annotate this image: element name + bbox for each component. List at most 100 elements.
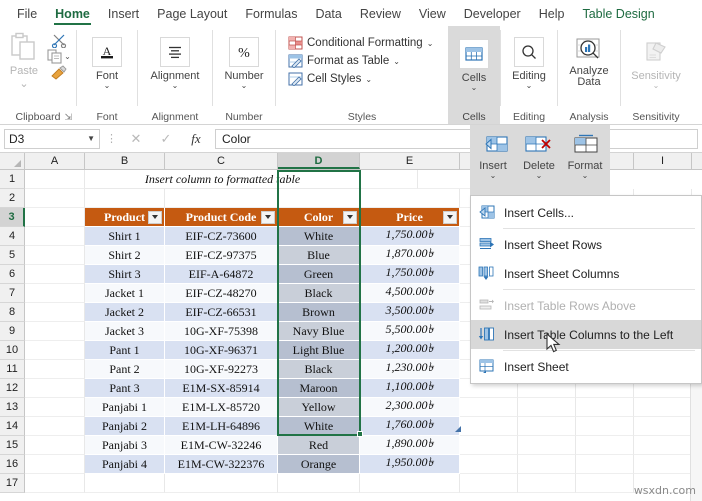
cell-I15[interactable]	[634, 436, 692, 455]
table-header-product[interactable]: Product	[85, 208, 165, 227]
cell-A16[interactable]	[25, 455, 85, 474]
row-header-11[interactable]: 11	[0, 360, 25, 379]
cell-E17[interactable]	[360, 474, 460, 493]
cell-product-12[interactable]: Pant 3	[85, 379, 165, 398]
cell-product-11[interactable]: Pant 2	[85, 360, 165, 379]
cell-product-code-10[interactable]: 10G-XF-96371	[165, 341, 278, 360]
insert-chevron-icon[interactable]: ⌄	[490, 172, 497, 180]
cell-color-15[interactable]: Red	[278, 436, 360, 455]
cell-A11[interactable]	[25, 360, 85, 379]
cell-I16[interactable]	[634, 455, 692, 474]
column-header-A[interactable]: A	[25, 153, 85, 169]
ribbon-tab-table-design[interactable]: Table Design	[573, 4, 663, 26]
row-header-8[interactable]: 8	[0, 303, 25, 322]
row-header-16[interactable]: 16	[0, 455, 25, 474]
cell-A15[interactable]	[25, 436, 85, 455]
insert-cells-button[interactable]: Insert ⌄	[470, 128, 516, 180]
clipboard-dialog-launcher-icon[interactable]: ⇲	[64, 112, 72, 123]
cell-D17[interactable]	[278, 474, 360, 493]
cell-G17[interactable]	[518, 474, 576, 493]
menu-item-insert-sheet[interactable]: Insert Sheet	[471, 352, 701, 381]
font-chevron-icon[interactable]: ⌄	[104, 82, 111, 90]
format-painter-icon[interactable]	[50, 65, 68, 80]
row-header-12[interactable]: 12	[0, 379, 25, 398]
cell-price-9[interactable]: 5,500.00৳	[360, 322, 460, 341]
cell-A10[interactable]	[25, 341, 85, 360]
editing-button[interactable]: Editing ⌄	[503, 32, 555, 90]
insert-function-icon[interactable]: fx	[183, 129, 209, 149]
row-header-15[interactable]: 15	[0, 436, 25, 455]
cell-product-code-11[interactable]: 10G-XF-92273	[165, 360, 278, 379]
menu-item-insert-table-rows-above[interactable]: Insert Table Rows Above	[471, 291, 701, 320]
cell-G16[interactable]	[518, 455, 576, 474]
ribbon-tab-page-layout[interactable]: Page Layout	[148, 4, 236, 26]
editing-chevron-icon[interactable]: ⌄	[526, 82, 533, 90]
row-header-14[interactable]: 14	[0, 417, 25, 436]
row-header-5[interactable]: 5	[0, 246, 25, 265]
cell-price-6[interactable]: 1,750.00৳	[360, 265, 460, 284]
cell-A14[interactable]	[25, 417, 85, 436]
cell-D2[interactable]	[278, 189, 360, 208]
number-chevron-icon[interactable]: ⌄	[241, 82, 248, 90]
cell-B2[interactable]	[85, 189, 165, 208]
cell-product-10[interactable]: Pant 1	[85, 341, 165, 360]
cell-product-14[interactable]: Panjabi 2	[85, 417, 165, 436]
analyze-data-button[interactable]: Analyze Data	[560, 32, 618, 88]
cell-A9[interactable]	[25, 322, 85, 341]
format-chevron-icon[interactable]: ⌄	[582, 172, 589, 180]
cell-price-8[interactable]: 3,500.00৳	[360, 303, 460, 322]
ribbon-tab-insert[interactable]: Insert	[99, 4, 148, 26]
cell-product-code-14[interactable]: E1M-LH-64896	[165, 417, 278, 436]
cell-product-13[interactable]: Panjabi 1	[85, 398, 165, 417]
row-header-10[interactable]: 10	[0, 341, 25, 360]
cell-G15[interactable]	[518, 436, 576, 455]
cell-A4[interactable]	[25, 227, 85, 246]
cell-price-14[interactable]: 1,760.00৳	[360, 417, 460, 436]
menu-item-insert-cells[interactable]: Insert Cells...	[471, 198, 701, 227]
cell-A2[interactable]	[25, 189, 85, 208]
cell-B17[interactable]	[85, 474, 165, 493]
cell-product-code-16[interactable]: E1M-CW-322376	[165, 455, 278, 474]
cell-price-11[interactable]: 1,230.00৳	[360, 360, 460, 379]
conditional-formatting-button[interactable]: Conditional Formatting ⌄	[284, 34, 437, 52]
sensitivity-button[interactable]: Sensitivity ⌄	[623, 32, 689, 90]
ribbon-tab-file[interactable]: File	[8, 4, 46, 26]
copy-chevron-icon[interactable]: ⌄	[64, 52, 71, 61]
column-header-I[interactable]: I	[634, 153, 692, 169]
row-header-4[interactable]: 4	[0, 227, 25, 246]
copy-icon[interactable]	[47, 49, 63, 64]
cell-color-16[interactable]: Orange	[278, 455, 360, 474]
filter-dropdown-price-icon[interactable]	[443, 210, 457, 224]
cell-F1[interactable]	[360, 170, 418, 189]
cell-F16[interactable]	[460, 455, 518, 474]
cell-A12[interactable]	[25, 379, 85, 398]
cell-color-12[interactable]: Maroon	[278, 379, 360, 398]
format-cells-button[interactable]: Format ⌄	[562, 128, 608, 180]
cell-color-13[interactable]: Yellow	[278, 398, 360, 417]
cell-price-4[interactable]: 1,750.00৳	[360, 227, 460, 246]
cells-button[interactable]: Cells ⌄	[448, 34, 500, 92]
cell-price-16[interactable]: 1,950.00৳	[360, 455, 460, 474]
cell-color-14[interactable]: White	[278, 417, 360, 436]
cell-A17[interactable]	[25, 474, 85, 493]
row-header-17[interactable]: 17	[0, 474, 25, 493]
cell-C2[interactable]	[165, 189, 278, 208]
cell-price-15[interactable]: 1,890.00৳	[360, 436, 460, 455]
cell-styles-chevron-icon[interactable]: ⌄	[365, 75, 372, 84]
format-as-table-chevron-icon[interactable]: ⌄	[393, 57, 400, 66]
row-header-13[interactable]: 13	[0, 398, 25, 417]
cell-color-7[interactable]: Black	[278, 284, 360, 303]
cell-product-6[interactable]: Shirt 3	[85, 265, 165, 284]
cell-A8[interactable]	[25, 303, 85, 322]
cell-price-12[interactable]: 1,100.00৳	[360, 379, 460, 398]
table-header-color[interactable]: Color	[278, 208, 360, 227]
ribbon-tab-formulas[interactable]: Formulas	[236, 4, 306, 26]
cell-price-10[interactable]: 1,200.00৳	[360, 341, 460, 360]
cell-G14[interactable]	[518, 417, 576, 436]
enter-formula-icon[interactable]: ✓	[153, 129, 179, 149]
cell-product-code-8[interactable]: EIF-CZ-66531	[165, 303, 278, 322]
delete-cells-button[interactable]: Delete ⌄	[516, 128, 562, 180]
column-header-D[interactable]: D	[278, 153, 360, 169]
cell-F17[interactable]	[460, 474, 518, 493]
cell-product-code-12[interactable]: E1M-SX-85914	[165, 379, 278, 398]
